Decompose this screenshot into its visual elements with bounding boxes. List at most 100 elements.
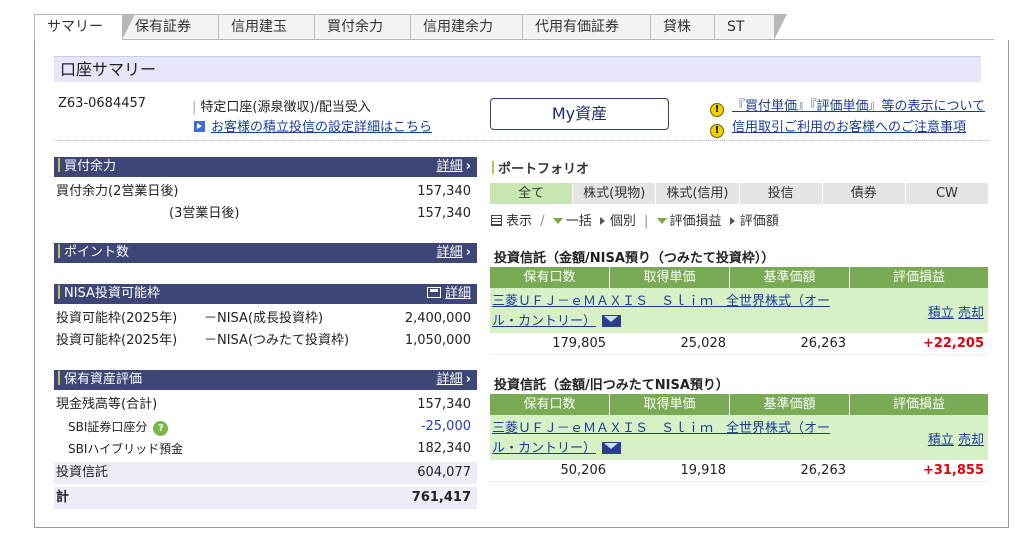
- pl-label: 評価損益: [669, 214, 722, 229]
- portfolio-tab-stock-margin[interactable]: 株式(信用): [656, 183, 740, 204]
- buying-power-row: 買付余力(2営業日後) 157,340: [54, 181, 477, 203]
- pl-toggle[interactable]: 評価損益: [656, 214, 722, 229]
- portfolio-tab-stock-cash[interactable]: 株式(現物): [573, 183, 657, 204]
- row-label-text: SBI証券口座分: [68, 420, 148, 434]
- buying-power-detail-link[interactable]: 詳細 ›: [437, 157, 471, 177]
- notice-link-price-display[interactable]: ! 『買付単価』『評価単価』等の表示について: [710, 95, 985, 117]
- column-header: 保有口数: [490, 267, 610, 288]
- detail-label: 詳細: [436, 159, 463, 174]
- column-header: 保有口数: [490, 394, 610, 415]
- tab-margin-power[interactable]: 信用建余力: [410, 14, 535, 40]
- tab-label: ST: [727, 19, 745, 35]
- warning-icon: !: [710, 124, 724, 138]
- tab-holdings[interactable]: 保有証券: [122, 14, 231, 40]
- row-value: 157,340: [417, 206, 471, 221]
- row-label: 投資可能枠(2025年): [56, 311, 178, 326]
- tab-lending[interactable]: 貸株: [650, 14, 727, 40]
- detail-label: 詳細: [436, 245, 463, 260]
- header-accent: [58, 285, 60, 299]
- portfolio-tabs: 全て 株式(現物) 株式(信用) 投信 債券 CW: [490, 183, 988, 204]
- portfolio-tab-all[interactable]: 全て: [490, 183, 574, 204]
- row-label: 計: [56, 490, 70, 505]
- tab-collateral[interactable]: 代用有価証券: [522, 14, 663, 40]
- portfolio-tab-cw[interactable]: CW: [906, 183, 988, 204]
- tab-label: 貸株: [663, 19, 691, 35]
- fund-name: 三菱ＵＦＪ－ｅＭＡＸＩＳ Ｓｌｉｍ 全世界株式（オール・カントリー）: [492, 421, 831, 456]
- header-accent: [58, 244, 60, 258]
- header-accent: [58, 158, 60, 172]
- fund-actions: 積立 売却: [928, 302, 984, 321]
- assets-detail-link[interactable]: 詳細 ›: [437, 370, 471, 390]
- section-title: 買付余力: [64, 159, 117, 174]
- notice-label: 信用取引ご利用のお客様へのご注意事項: [732, 120, 967, 135]
- tab-label: サマリー: [47, 19, 103, 35]
- portfolio-tab-funds[interactable]: 投信: [740, 183, 823, 204]
- tsumitate-settings-link[interactable]: お客様の積立投信の設定詳細はこちら: [194, 116, 432, 135]
- table-header: 保有口数 取得単価 基準価額 評価損益: [490, 394, 988, 415]
- header-accent: [58, 371, 60, 385]
- fund-row: 三菱ＵＦＪ－ｅＭＡＸＩＳ Ｓｌｉｍ 全世界株式（オール・カントリー） 積立 売却: [490, 415, 988, 460]
- row-label: SBI証券口座分?: [68, 416, 169, 438]
- row-sublabel: －NISA(成長投資枠): [204, 311, 324, 326]
- amount-toggle[interactable]: 評価額: [726, 214, 779, 229]
- fund-name-link[interactable]: 三菱ＵＦＪ－ｅＭＡＸＩＳ Ｓｌｉｍ 全世界株式（オール・カントリー）: [492, 419, 846, 459]
- triangle-down-icon: [552, 218, 563, 224]
- mail-icon[interactable]: [602, 442, 622, 454]
- account-type: | 特定口座(源泉徴収)/配当受入: [192, 100, 371, 115]
- fund-name-link[interactable]: 三菱ＵＦＪ－ｅＭＡＸＩＳ Ｓｌｉｍ 全世界株式（オール・カントリー）: [492, 292, 846, 332]
- nisa-row: 投資可能枠(2025年) －NISA(つみたて投資枠) 1,050,000: [54, 330, 477, 352]
- row-label: 買付余力(2営業日後): [56, 184, 179, 199]
- asset-row: 投資信託 604,077: [54, 462, 477, 484]
- fund-actions: 積立 売却: [928, 429, 984, 448]
- points-detail-link[interactable]: 詳細 ›: [437, 243, 471, 263]
- asset-row: 現金残高等(合計) 157,340: [54, 394, 477, 416]
- help-icon[interactable]: ?: [153, 421, 169, 436]
- notice-label: 『買付単価』『評価単価』等の表示について: [732, 99, 986, 114]
- portfolio-tab-bonds[interactable]: 債券: [823, 183, 906, 204]
- chevron-right-icon: ›: [465, 372, 471, 387]
- bulk-label: 一括: [565, 214, 592, 229]
- arrow-square-icon: [194, 121, 205, 132]
- buying-power-header: 買付余力 詳細 ›: [54, 157, 477, 177]
- fund-values-row: 50,206 19,918 26,263 +31,855: [490, 460, 988, 482]
- asset-row: SBIハイブリッド預金 182,340: [54, 438, 477, 460]
- nisa-row: 投資可能枠(2025年) －NISA(成長投資枠) 2,400,000: [54, 308, 477, 330]
- bulk-toggle[interactable]: 一括: [552, 214, 592, 229]
- asset-total-row: 計 761,417: [54, 487, 477, 509]
- row-sublabel: －NISA(つみたて投資枠): [204, 333, 350, 348]
- triangle-right-icon: [599, 217, 605, 225]
- column-header: 基準価額: [730, 394, 850, 415]
- portfolio-title-label: ポートフォリオ: [498, 162, 590, 177]
- account-number: Z63-0684457: [58, 96, 147, 111]
- tab-summary[interactable]: サマリー: [34, 14, 135, 41]
- nisa-detail-link[interactable]: 詳細: [426, 284, 471, 304]
- divider: [54, 140, 989, 141]
- triangle-right-icon: [729, 217, 735, 225]
- fund-values-row: 179,805 25,028 26,263 +22,205: [490, 333, 988, 355]
- chevron-right-icon: ›: [465, 245, 471, 260]
- tab-st[interactable]: ST: [714, 14, 787, 40]
- tsumitate-button[interactable]: 積立: [928, 433, 954, 448]
- row-value: 182,340: [417, 441, 471, 456]
- cost-value: 25,028: [680, 336, 727, 351]
- tab-margin-positions[interactable]: 信用建玉: [218, 14, 327, 40]
- section-title: ポイント数: [64, 245, 130, 260]
- fund-table: 保有口数 取得単価 基準価額 評価損益 三菱ＵＦＪ－ｅＭＡＸＩＳ Ｓｌｉｍ 全世…: [490, 394, 988, 482]
- each-toggle[interactable]: 個別: [596, 214, 636, 229]
- tab-buying-power[interactable]: 買付余力: [314, 14, 423, 40]
- nav-value: 26,263: [800, 463, 847, 478]
- nisa-header: NISA投資可能枠 詳細: [54, 284, 477, 304]
- row-label: 投資可能枠(2025年): [56, 333, 178, 348]
- sell-button[interactable]: 売却: [958, 433, 984, 448]
- notice-link-margin[interactable]: ! 信用取引ご利用のお客様へのご注意事項: [710, 116, 966, 138]
- mail-icon[interactable]: [602, 315, 622, 327]
- tsumitate-button[interactable]: 積立: [928, 306, 954, 321]
- row-label: (3営業日後): [169, 206, 240, 221]
- units-value: 179,805: [552, 336, 606, 351]
- my-asset-button[interactable]: My資産: [490, 98, 669, 130]
- sell-button[interactable]: 売却: [958, 306, 984, 321]
- buying-power-row: (3営業日後) 157,340: [54, 203, 477, 225]
- fund-table: 保有口数 取得単価 基準価額 評価損益 三菱ＵＦＪ－ｅＭＡＸＩＳ Ｓｌｉｍ 全世…: [490, 267, 988, 355]
- tsumitate-link-label: お客様の積立投信の設定詳細はこちら: [211, 120, 433, 135]
- header-accent: [492, 161, 494, 174]
